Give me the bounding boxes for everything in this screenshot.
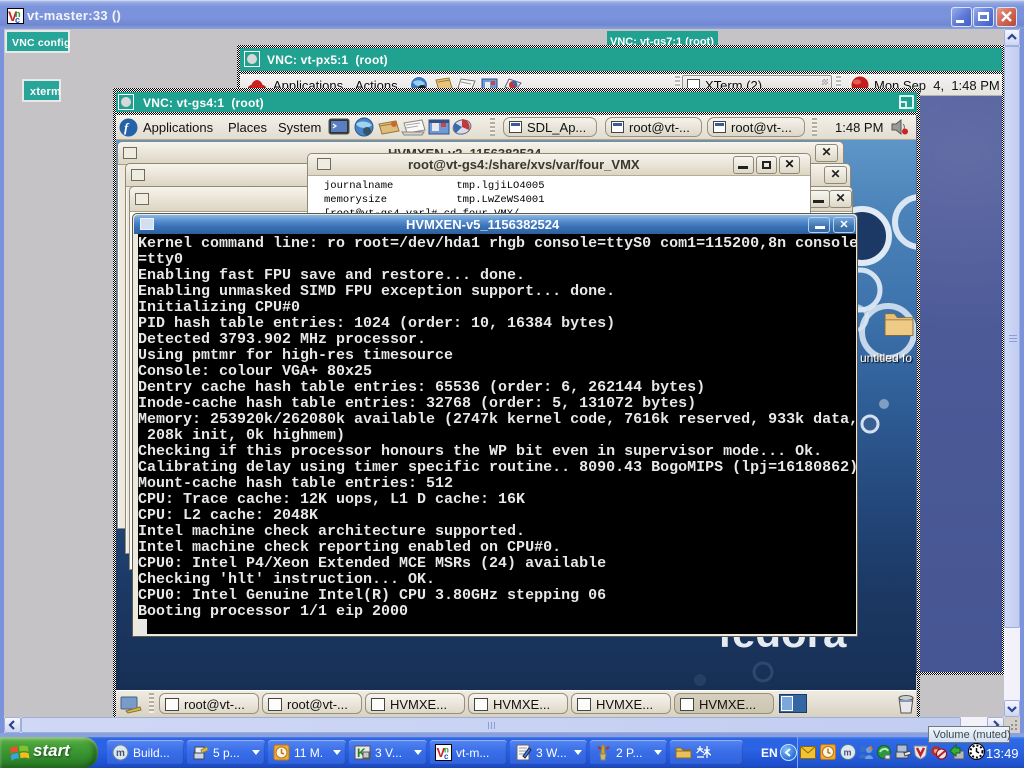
svg-text:c: c — [15, 15, 20, 24]
svg-text:m: m — [844, 748, 852, 758]
svg-text:c: c — [444, 752, 449, 761]
svg-text:m: m — [116, 748, 125, 759]
